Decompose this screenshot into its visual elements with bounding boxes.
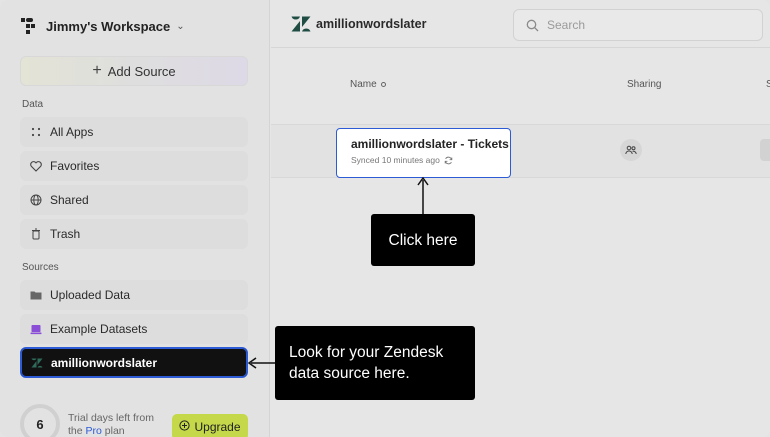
globe-icon — [30, 194, 42, 206]
sidebar-item-label: Example Datasets — [50, 322, 148, 336]
workspace-switcher[interactable]: Jimmy's Workspace ⌄ — [20, 16, 185, 36]
workspace-name: Jimmy's Workspace — [46, 18, 171, 34]
folder-icon — [30, 289, 42, 301]
pro-plan-link[interactable]: Pro — [86, 425, 102, 437]
sidebar-item-example-datasets[interactable]: Example Datasets — [20, 314, 248, 344]
laptop-icon — [30, 323, 42, 335]
column-header-partial[interactable]: S — [766, 79, 770, 90]
sidebar-item-label: Favorites — [50, 159, 100, 173]
row-action-button[interactable] — [760, 139, 770, 161]
search-placeholder: Search — [547, 18, 586, 32]
plus-icon: + — [92, 62, 102, 79]
trial-days-ring: 6 — [20, 404, 60, 437]
plus-circle-icon — [179, 420, 191, 434]
column-header-sharing[interactable]: Sharing — [627, 79, 661, 90]
trial-status: 6 Trial days left from the Pro plan — [20, 404, 168, 437]
zendesk-logo-icon — [291, 16, 311, 32]
heart-icon — [30, 160, 42, 172]
sidebar-item-shared[interactable]: Shared — [20, 185, 248, 215]
click-here-callout: Click here — [371, 214, 475, 266]
sync-status: Synced 10 minutes ago — [351, 155, 510, 165]
grid-dots-icon — [30, 126, 42, 138]
ticket-dataset-card[interactable]: amillionwordslater - Tickets Synced 10 m… — [336, 128, 511, 178]
chevron-down-icon: ⌄ — [176, 20, 185, 32]
zendesk-source-callout: Look for your Zendesk data source here. — [275, 326, 475, 400]
users-icon[interactable] — [620, 139, 642, 161]
add-source-button[interactable]: + Add Source — [20, 56, 248, 86]
add-source-label: Add Source — [107, 63, 176, 79]
sidebar-item-label: Shared — [50, 193, 89, 207]
sidebar-item-all-apps[interactable]: All Apps — [20, 117, 248, 147]
sidebar-item-amillionwordslater[interactable]: amillionwordslater — [20, 347, 248, 378]
upgrade-label: Upgrade — [194, 420, 241, 434]
topbar: amillionwordslater Search — [271, 0, 770, 48]
data-section-label: Data — [22, 99, 44, 110]
source-brand: amillionwordslater — [291, 16, 426, 32]
trial-text: Trial days left from the Pro plan — [68, 412, 154, 437]
sort-circle-icon — [381, 81, 387, 87]
upgrade-button[interactable]: Upgrade — [172, 414, 248, 437]
dataset-title: amillionwordslater - Tickets — [351, 137, 509, 151]
sidebar-item-label: amillionwordslater — [51, 355, 158, 370]
sidebar-item-label: Uploaded Data — [50, 288, 131, 302]
sidebar-item-favorites[interactable]: Favorites — [20, 151, 248, 181]
trash-icon — [30, 228, 42, 240]
column-header-name[interactable]: Name — [350, 79, 387, 90]
search-icon — [526, 19, 539, 31]
search-input[interactable]: Search — [513, 9, 763, 41]
sidebar-item-uploaded-data[interactable]: Uploaded Data — [20, 280, 248, 310]
sync-icon — [444, 156, 453, 164]
app-window: Jimmy's Workspace ⌄ + Add Source Data Al… — [0, 0, 770, 437]
sources-section-label: Sources — [22, 262, 59, 273]
brand-name: amillionwordslater — [316, 17, 427, 31]
sidebar: Jimmy's Workspace ⌄ + Add Source Data Al… — [0, 0, 270, 437]
app-logo-icon — [21, 18, 35, 34]
sidebar-item-label: Trash — [50, 227, 81, 241]
zendesk-icon — [31, 357, 43, 369]
sidebar-item-label: All Apps — [50, 125, 94, 139]
sidebar-item-trash[interactable]: Trash — [20, 219, 248, 249]
